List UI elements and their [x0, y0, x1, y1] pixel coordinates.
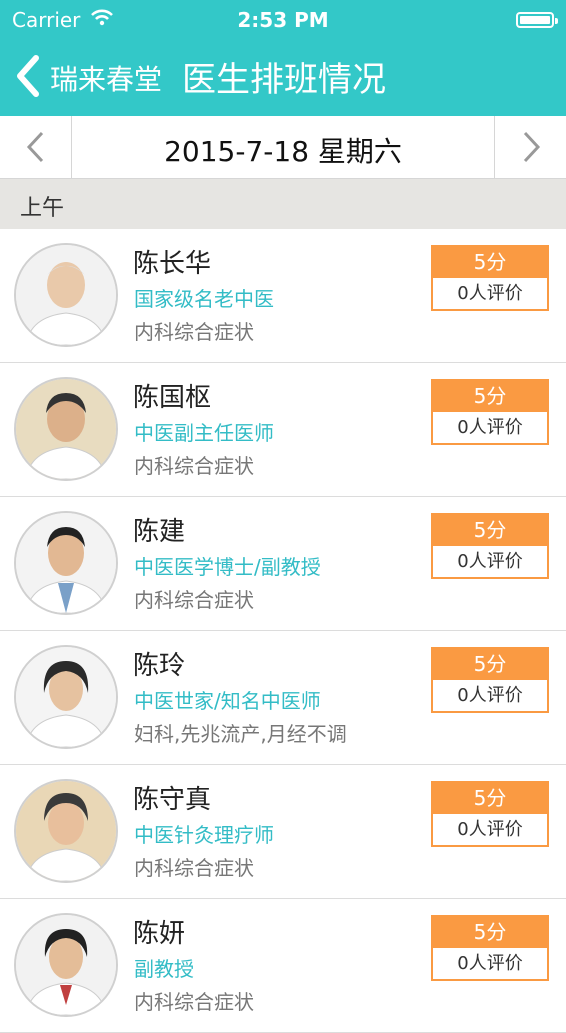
rating-score: 5分	[433, 247, 547, 278]
doctor-name: 陈玲	[133, 651, 186, 681]
review-count: 0人评价	[433, 546, 547, 577]
chevron-right-icon	[523, 131, 541, 163]
review-count: 0人评价	[433, 948, 547, 979]
status-bar: Carrier 2:53 PM	[0, 0, 566, 40]
review-count: 0人评价	[433, 680, 547, 711]
chevron-left-icon	[26, 131, 44, 163]
doctor-row[interactable]: 陈建 中医医学博士/副教授 内科综合症状 5分 0人评价	[0, 497, 566, 631]
doctor-avatar	[14, 511, 118, 615]
doctor-name: 陈国枢	[133, 383, 212, 413]
app-header: Carrier 2:53 PM 瑞来春堂 医生排班情况	[0, 0, 566, 116]
current-date: 2015-7-18 星期六	[164, 135, 402, 168]
doctor-specialty: 内科综合症状	[134, 454, 254, 478]
rating-score: 5分	[433, 381, 547, 412]
doctor-row[interactable]: 陈守真 中医针灸理疗师 内科综合症状 5分 0人评价	[0, 765, 566, 899]
rating-score: 5分	[433, 515, 547, 546]
rating-score: 5分	[433, 917, 547, 948]
doctor-avatar	[14, 913, 118, 1017]
doctor-specialty: 内科综合症状	[134, 588, 254, 612]
rating-score: 5分	[433, 783, 547, 814]
battery-icon	[516, 12, 558, 28]
doctor-title: 中医针灸理疗师	[134, 823, 274, 847]
doctor-name: 陈守真	[133, 785, 212, 815]
rating-badge: 5分 0人评价	[431, 513, 549, 579]
review-count: 0人评价	[433, 278, 547, 309]
next-day-button[interactable]	[494, 116, 566, 178]
doctor-name: 陈妍	[133, 919, 186, 949]
doctor-title: 中医副主任医师	[134, 421, 274, 445]
doctor-row[interactable]: 陈玲 中医世家/知名中医师 妇科,先兆流产,月经不调 5分 0人评价	[0, 631, 566, 765]
doctor-title: 中医世家/知名中医师	[134, 689, 321, 713]
review-count: 0人评价	[433, 814, 547, 845]
doctor-list: 陈长华 国家级名老中医 内科综合症状 5分 0人评价 陈国枢 中医副主任医师 内…	[0, 229, 566, 1033]
doctor-specialty: 内科综合症状	[134, 990, 254, 1014]
back-chevron-icon[interactable]	[14, 54, 54, 98]
rating-badge: 5分 0人评价	[431, 379, 549, 445]
doctor-avatar	[14, 645, 118, 749]
doctor-specialty: 妇科,先兆流产,月经不调	[134, 722, 347, 746]
back-button[interactable]: 瑞来春堂	[50, 58, 162, 98]
doctor-avatar	[14, 377, 118, 481]
doctor-row[interactable]: 陈长华 国家级名老中医 内科综合症状 5分 0人评价	[0, 229, 566, 363]
previous-day-button[interactable]	[0, 116, 72, 178]
rating-badge: 5分 0人评价	[431, 647, 549, 713]
date-selector: 2015-7-18 星期六	[0, 116, 566, 179]
section-header-morning: 上午	[0, 179, 566, 229]
doctor-avatar	[14, 243, 118, 347]
doctor-row[interactable]: 陈妍 副教授 内科综合症状 5分 0人评价	[0, 899, 566, 1033]
navigation-bar: 瑞来春堂 医生排班情况	[0, 40, 566, 116]
rating-badge: 5分 0人评价	[431, 245, 549, 311]
doctor-specialty: 内科综合症状	[134, 856, 254, 880]
doctor-title: 副教授	[134, 957, 194, 981]
review-count: 0人评价	[433, 412, 547, 443]
rating-badge: 5分 0人评价	[431, 915, 549, 981]
doctor-specialty: 内科综合症状	[134, 320, 254, 344]
rating-score: 5分	[433, 649, 547, 680]
doctor-title: 中医医学博士/副教授	[134, 555, 321, 579]
doctor-avatar	[14, 779, 118, 883]
page-title: 医生排班情况	[182, 60, 386, 100]
section-label: 上午	[20, 196, 65, 221]
doctor-title: 国家级名老中医	[134, 287, 274, 311]
doctor-row[interactable]: 陈国枢 中医副主任医师 内科综合症状 5分 0人评价	[0, 363, 566, 497]
rating-badge: 5分 0人评价	[431, 781, 549, 847]
doctor-name: 陈长华	[133, 249, 212, 279]
status-time: 2:53 PM	[237, 8, 329, 32]
doctor-name: 陈建	[133, 517, 186, 547]
